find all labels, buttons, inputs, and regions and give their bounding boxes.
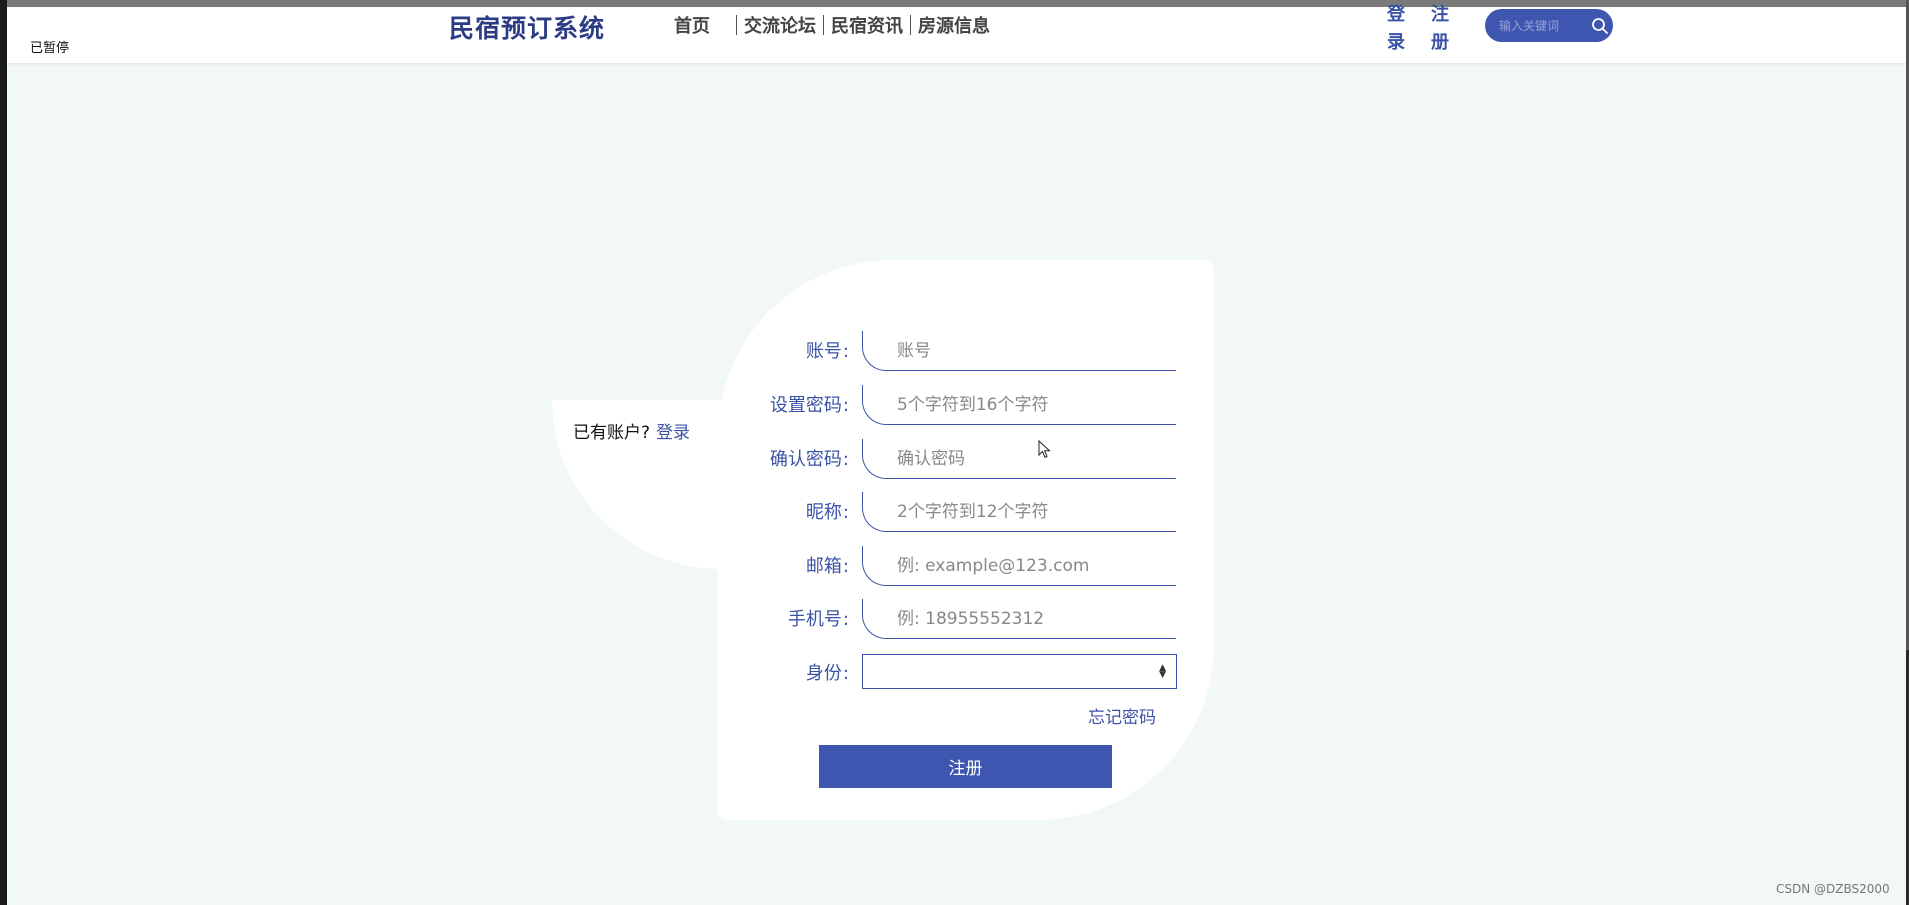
window-left-strip bbox=[0, 0, 7, 905]
register-submit-button[interactable]: 注册 bbox=[819, 745, 1112, 788]
nav-item-home[interactable]: 首页 bbox=[667, 12, 736, 38]
brand-title[interactable]: 民宿预订系统 bbox=[449, 9, 605, 45]
register-link[interactable]: 注 册 bbox=[1430, 1, 1450, 57]
phone-label: 手机号: bbox=[787, 609, 849, 630]
register-char-2: 册 bbox=[1431, 32, 1449, 53]
register-char-1: 注 bbox=[1431, 4, 1449, 25]
window-top-strip bbox=[0, 0, 1909, 7]
nickname-input[interactable] bbox=[862, 492, 1176, 532]
nav-item-news[interactable]: 民宿资讯 bbox=[824, 12, 910, 38]
confirm-password-input[interactable] bbox=[862, 439, 1176, 479]
email-label: 邮箱: bbox=[805, 556, 849, 577]
login-char-1: 登 bbox=[1387, 4, 1405, 25]
updown-arrow-icon: ▲ ▼ bbox=[1159, 663, 1166, 680]
confirm-password-label: 确认密码: bbox=[769, 449, 849, 470]
password-label: 设置密码: bbox=[769, 395, 849, 416]
search-input[interactable] bbox=[1497, 17, 1581, 34]
login-link[interactable]: 登 录 bbox=[1386, 1, 1406, 57]
have-account-text: 已有账户? 登录 bbox=[573, 418, 690, 443]
account-input[interactable] bbox=[862, 331, 1176, 371]
search-icon[interactable] bbox=[1591, 17, 1609, 35]
search-box bbox=[1485, 9, 1613, 42]
phone-input[interactable] bbox=[862, 599, 1176, 639]
main-nav: 首页 交流论坛 民宿资讯 房源信息 bbox=[667, 12, 997, 38]
nickname-label: 昵称: bbox=[805, 502, 849, 523]
watermark: CSDN @DZBS2000 bbox=[1776, 882, 1890, 896]
mouse-cursor-icon bbox=[1038, 439, 1052, 464]
identity-select[interactable]: ▲ ▼ bbox=[862, 654, 1177, 689]
nav-item-forum[interactable]: 交流论坛 bbox=[737, 12, 823, 38]
paused-indicator: 已暂停 bbox=[30, 41, 70, 56]
nav-item-listings[interactable]: 房源信息 bbox=[911, 12, 997, 38]
password-input[interactable] bbox=[862, 385, 1176, 425]
have-account-label: 已有账户? bbox=[573, 423, 651, 443]
switch-to-login-link[interactable]: 登录 bbox=[656, 423, 690, 443]
account-label: 账号: bbox=[805, 341, 849, 362]
top-navbar: 已暂停 民宿预订系统 首页 交流论坛 民宿资讯 房源信息 登 录 注 册 bbox=[7, 4, 1906, 63]
login-char-2: 录 bbox=[1387, 32, 1405, 53]
forgot-password-link[interactable]: 忘记密码 bbox=[1088, 703, 1156, 728]
identity-label: 身份: bbox=[805, 663, 849, 684]
email-input[interactable] bbox=[862, 546, 1176, 586]
